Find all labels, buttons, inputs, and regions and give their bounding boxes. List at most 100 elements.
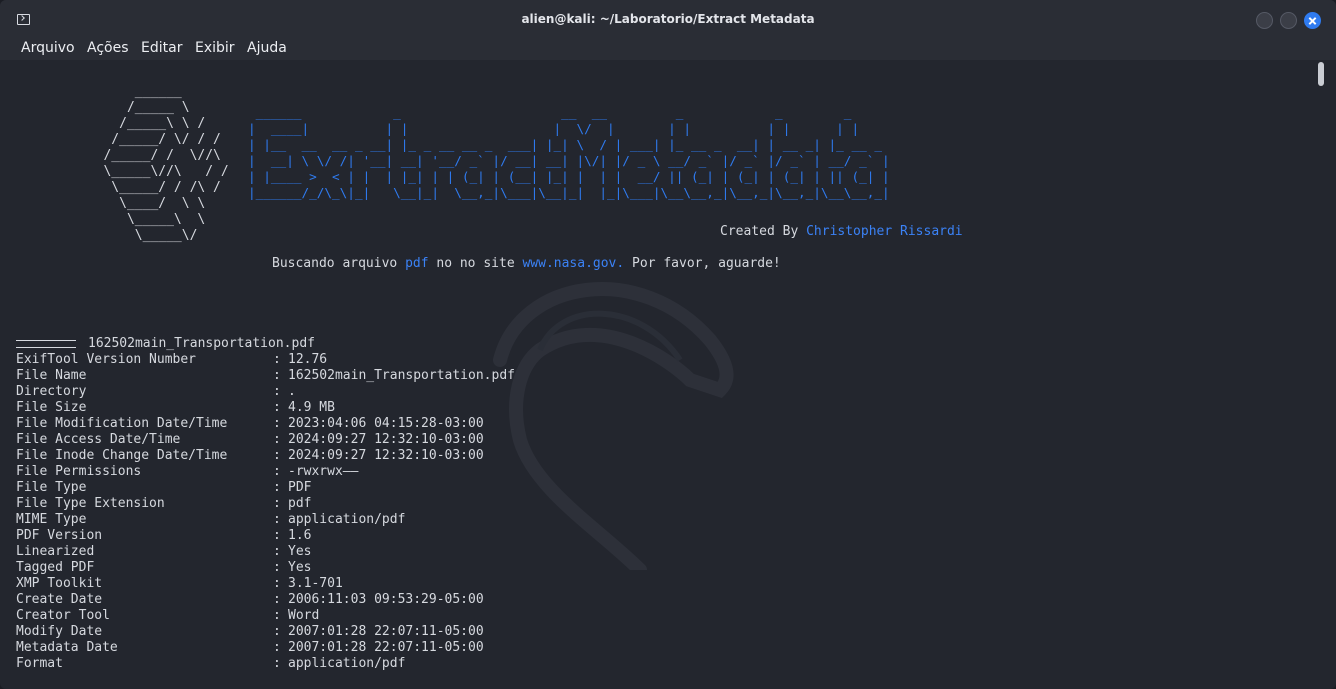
- metadata-separator: :: [273, 432, 281, 447]
- credit-author: Christopher Rissardi: [806, 224, 963, 239]
- metadata-row: PDF Version:1.6: [16, 528, 315, 544]
- metadata-value: pdf: [288, 496, 312, 511]
- metadata-separator: :: [273, 480, 281, 495]
- metadata-row: Linearized: Yes: [16, 544, 315, 560]
- metadata-separator: :: [273, 544, 281, 559]
- title-ascii-art: ______ _ __ __ _ _ _ | ____| | | | \/ | …: [248, 105, 890, 201]
- metadata-key: Format: [16, 656, 63, 671]
- metadata-row: Creator Tool: Word: [16, 608, 319, 624]
- metadata-value: 2024:09:27 12:32:10-03:00: [288, 432, 484, 447]
- metadata-value: application/pdf: [288, 656, 406, 671]
- metadata-value: 4.9 MB: [288, 400, 335, 415]
- metadata-separator: :: [273, 496, 281, 511]
- metadata-row: XMP Toolkit:3.1-701: [16, 576, 343, 592]
- metadata-value: Yes: [288, 544, 312, 559]
- menu-bar: Arquivo Ações Editar Exibir Ajuda: [0, 38, 1336, 60]
- metadata-key: File Type: [16, 480, 87, 495]
- metadata-separator: :: [273, 576, 281, 591]
- title-ascii-line: | __| \ \/ /| '__| __| '__/ _` |/ __| __…: [248, 153, 890, 168]
- metadata-separator: :: [273, 640, 281, 655]
- metadata-separator: :: [273, 400, 281, 415]
- title-ascii-line: ______ _ __ __ _ _ _: [248, 105, 852, 120]
- metadata-key: MIME Type: [16, 512, 87, 527]
- search-suffix: Por favor, aguarde!: [624, 256, 781, 271]
- metadata-key: ExifTool Version Number: [16, 352, 197, 367]
- metadata-row: File Inode Change Date/Time:2024:09:27 1…: [16, 448, 484, 464]
- metadata-key: Creator Tool: [16, 608, 110, 623]
- metadata-key: File Type Extension: [16, 496, 165, 511]
- metadata-row: File Modification Date/Time:2023:04:06 0…: [16, 416, 484, 432]
- title-ascii-line: | |__ __ __ _ __| |_ _ __ __ _ ___| |_| …: [248, 137, 882, 152]
- search-middle: no no site: [428, 256, 523, 271]
- metadata-value: 2007:01:28 22:07:11-05:00: [288, 640, 484, 655]
- scrollbar-thumb[interactable]: [1318, 62, 1324, 86]
- metadata-value: 1.6: [288, 528, 312, 543]
- title-ascii-line: | |____ > < | | | |_| | | (_| | (__| |_|…: [248, 169, 890, 184]
- metadata-output: 162502main_Transportation.pdf ExifTool V…: [16, 336, 515, 672]
- metadata-separator: :: [273, 528, 281, 543]
- separator-rule: [16, 339, 76, 348]
- terminal-window: alien@kali: ~/Laboratorio/Extract Metada…: [0, 0, 1336, 689]
- menu-editar[interactable]: Editar: [141, 40, 182, 56]
- metadata-separator: :: [273, 384, 281, 399]
- metadata-row: File Access Date/Time:2024:09:27 12:32:1…: [16, 432, 484, 448]
- terminal-output[interactable]: ______ /_____ \ /_____\ \ / /_____/ \/ /…: [10, 60, 1326, 684]
- metadata-key: Create Date: [16, 592, 103, 607]
- metadata-key: Directory: [16, 384, 87, 399]
- minimize-button[interactable]: [1256, 12, 1273, 29]
- metadata-value: 3.1-701: [288, 576, 343, 591]
- metadata-key: Metadata Date: [16, 640, 118, 655]
- metadata-value: 12.76: [288, 352, 328, 367]
- metadata-separator: :: [273, 560, 281, 575]
- metadata-key: XMP Toolkit: [16, 576, 103, 591]
- metadata-row: Tagged PDF: Yes: [16, 560, 315, 576]
- search-filetype: pdf: [405, 256, 429, 271]
- metadata-separator: :: [273, 352, 281, 367]
- credit-line: Created By Christopher Rissardi: [720, 224, 963, 240]
- metadata-key: File Permissions: [16, 464, 142, 479]
- menu-ajuda[interactable]: Ajuda: [247, 40, 287, 56]
- metadata-key: File Access Date/Time: [16, 432, 181, 447]
- metadata-separator: :: [273, 416, 281, 431]
- metadata-row: Directory:.: [16, 384, 315, 400]
- window-title: alien@kali: ~/Laboratorio/Extract Metada…: [521, 12, 815, 26]
- menu-exibir[interactable]: Exibir: [195, 40, 235, 56]
- metadata-key: Tagged PDF: [16, 560, 95, 575]
- metadata-row: File Type: PDF: [16, 480, 315, 496]
- metadata-value: PDF: [288, 480, 312, 495]
- metadata-row: ExifTool Version Number:12.76: [16, 352, 327, 368]
- metadata-row: Create Date:2006:11:03 09:53:29-05:00: [16, 592, 484, 608]
- metadata-separator: :: [273, 624, 281, 639]
- metadata-row: MIME Type: application/pdf: [16, 512, 405, 528]
- menu-acoes[interactable]: Ações: [87, 40, 129, 56]
- title-bar[interactable]: alien@kali: ~/Laboratorio/Extract Metada…: [0, 0, 1336, 39]
- metadata-value: .: [288, 384, 296, 399]
- metadata-separator: :: [273, 512, 281, 527]
- search-status-line: Buscando arquivo pdf no no site www.nasa…: [272, 256, 781, 272]
- menu-arquivo[interactable]: Arquivo: [21, 40, 75, 56]
- metadata-key: File Inode Change Date/Time: [16, 448, 228, 463]
- metadata-key: File Size: [16, 400, 87, 415]
- file-header: 162502main_Transportation.pdf: [16, 336, 315, 352]
- kali-dragon-watermark: [493, 282, 734, 570]
- credit-prefix: Created By: [720, 224, 807, 239]
- metadata-key: File Modification Date/Time: [16, 416, 228, 431]
- close-button[interactable]: [1304, 12, 1321, 29]
- file-header-name: 162502main_Transportation.pdf: [88, 336, 315, 351]
- metadata-value: -rwxrwx——: [288, 464, 359, 479]
- metadata-value: 162502main_Transportation.pdf: [288, 368, 515, 383]
- metadata-separator: :: [273, 368, 281, 383]
- metadata-value: 2006:11:03 09:53:29-05:00: [288, 592, 484, 607]
- search-prefix: Buscando arquivo: [272, 256, 406, 271]
- metadata-row: File Permissions: -rwxrwx——: [16, 464, 358, 480]
- title-ascii-line: |______/_/\_\|_| \__|_| \__,_|\___|\__|_…: [248, 185, 890, 200]
- metadata-value: application/pdf: [288, 512, 406, 527]
- metadata-key: PDF Version: [16, 528, 103, 543]
- metadata-key: Modify Date: [16, 624, 103, 639]
- maximize-button[interactable]: [1280, 12, 1297, 29]
- metadata-value: Yes: [288, 560, 312, 575]
- metadata-row: Metadata Date:2007:01:28 22:07:11-05:00: [16, 640, 484, 656]
- metadata-value: 2007:01:28 22:07:11-05:00: [288, 624, 484, 639]
- metadata-row: File Type Extension: pdf: [16, 496, 315, 512]
- title-ascii-line: | ____| | | | \/ | | | | | | |: [248, 121, 860, 136]
